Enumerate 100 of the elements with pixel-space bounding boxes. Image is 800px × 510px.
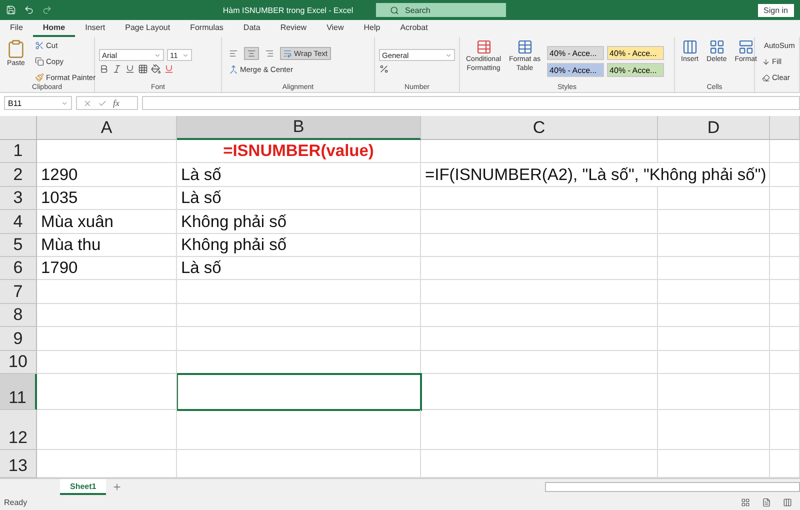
grid-icon [708,39,725,55]
editing-icon [762,58,770,66]
cell-style[interactable]: 40% - Acce... [546,63,604,77]
table-cell: Là số [177,163,421,187]
percent-icon [379,64,389,74]
ribbon-tab[interactable]: View [316,20,354,36]
row-header[interactable]: 12 [0,410,37,450]
table-icon [476,39,492,55]
table-cell: 1290 [37,163,177,187]
selected-cell[interactable] [177,374,421,410]
borders-icon [138,64,148,74]
table-cell: Mùa xuân [37,210,177,234]
name-box[interactable]: B11 [4,96,72,110]
row-header[interactable]: 11 [0,374,37,410]
search-icon [390,6,399,14]
row-header[interactable]: 10 [0,350,37,374]
underline-icon [125,64,135,74]
copy-icon [35,57,44,66]
sign-in-button[interactable]: Sign in [758,4,794,16]
row-header[interactable]: 7 [0,280,37,304]
row-header[interactable]: 1 [0,140,37,164]
row-header[interactable]: 8 [0,304,37,328]
row-header[interactable]: 13 [0,450,37,478]
cancel-icon [83,98,92,108]
table-cell [770,374,800,410]
column-header[interactable]: C [421,116,658,140]
column-header[interactable]: D [658,116,770,140]
status-text: Ready [4,498,28,507]
ribbon-tab[interactable]: Data [233,20,270,36]
ribbon-tab[interactable]: File [0,20,33,36]
table-cell: Không phải số [177,210,421,234]
ribbon-tab[interactable]: Acrobat [390,20,438,36]
row-header[interactable]: 4 [0,210,37,234]
table-cell: Không phải số [177,234,421,257]
caret-icon [445,52,452,58]
row-header[interactable]: 2 [0,163,37,187]
caret-icon [154,52,161,58]
search-field[interactable]: Search [376,3,506,17]
cell-style[interactable]: 40% - Acce... [606,46,664,60]
ribbon-tab[interactable]: Review [270,20,317,36]
fill-color-icon [151,64,161,74]
table-cell [770,304,800,328]
table-icon [516,39,533,55]
window-title: Hàm ISNUMBER trong Excel - Excel [222,6,354,14]
table-cell: Là số [177,186,421,210]
align-button[interactable] [244,47,259,60]
ribbon-tab[interactable]: Help [354,20,390,36]
paintbrush-icon [35,73,44,82]
font-color-icon [164,64,174,74]
table-cell: 1790 [37,256,177,280]
redo-icon [42,5,52,15]
table-cell [770,163,800,187]
row-header[interactable]: 9 [0,327,37,351]
grid-icon [738,39,754,55]
table-cell [770,140,800,164]
table-cell [770,186,800,210]
formula-field[interactable] [142,96,800,110]
column-header[interactable]: B [177,116,421,140]
wrap-icon [283,49,292,58]
cell-style[interactable]: 40% - Acce... [606,63,664,77]
table-cell [770,234,800,257]
ribbon-tab[interactable]: Insert [75,20,116,36]
grid-icon [682,39,698,55]
table-cell [770,350,800,374]
table-cell [770,327,800,351]
row-header[interactable]: 6 [0,256,37,280]
page-layout-icon [762,498,771,507]
row-header[interactable]: 3 [0,186,37,210]
clipboard-icon [6,39,26,59]
table-cell [770,280,800,304]
sheet-tab[interactable]: Sheet1 [60,479,106,495]
save-icon [6,5,16,15]
table-cell: Mùa thu [37,234,177,257]
add-sheet-icon [112,482,122,492]
page-break-icon [783,498,792,507]
enter-icon [98,98,107,108]
horizontal-scrollbar[interactable] [545,482,800,492]
editing-icon [762,74,770,82]
table-cell [770,256,800,280]
column-header[interactable]: A [37,116,177,140]
table-cell [770,410,800,450]
align-icon [247,49,256,58]
ribbon-tab[interactable]: Page Layout [115,20,180,36]
sheet-heading: =ISNUMBER(value) [177,140,421,164]
undo-icon [24,5,34,15]
scissors-icon [35,41,44,50]
align-icon [229,49,238,58]
bold-icon [99,64,109,74]
italic-icon [112,64,122,74]
caret-icon [61,100,68,106]
merge-icon [229,65,238,74]
align-icon [265,49,274,58]
normal-view-icon [741,498,750,507]
ribbon-tab[interactable]: Formulas [180,20,234,36]
cell-style[interactable]: 40% - Acce... [546,46,604,60]
table-cell: Là số [177,256,421,280]
table-cell: =IF(ISNUMBER(A2), "Là số", "Không phải số") [421,163,770,187]
insert-function-button[interactable]: fx [113,98,120,108]
table-cell [770,210,800,234]
row-header[interactable]: 5 [0,234,37,257]
